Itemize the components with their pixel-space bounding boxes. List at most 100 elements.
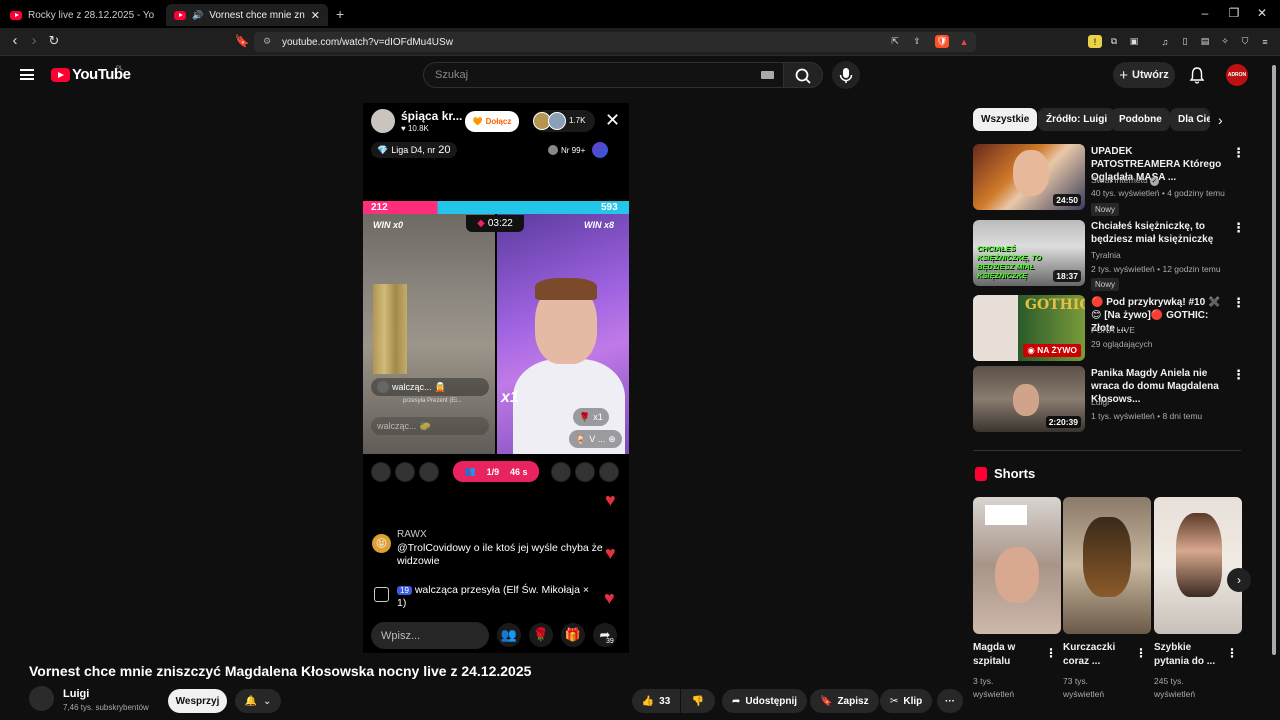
video-thumbnail[interactable]: CHCIAŁEŚ KSIĘŻNICZKĘ, TO BĘDZIESZ MIAŁ K… [973, 220, 1085, 286]
channel-name[interactable]: Tyralnia [1091, 250, 1121, 261]
more-vert-icon[interactable]: ⋮ [1226, 646, 1238, 660]
channel-name[interactable]: Świat Internetu ✓ [1091, 175, 1160, 186]
tab-icon[interactable]: ▣ [1127, 35, 1141, 48]
more-vert-icon[interactable]: ⋮ [1045, 646, 1057, 660]
short-title[interactable]: Szybkie pytania do ... [1154, 641, 1220, 669]
search-button[interactable] [783, 62, 823, 88]
share-button[interactable]: ➦ Udostępnij [722, 689, 808, 713]
close-tab-icon[interactable]: ✕ [311, 9, 320, 22]
rank-avatar-icon [548, 145, 558, 155]
voice-search-button[interactable] [832, 61, 860, 89]
account-avatar[interactable]: ADRON [1226, 64, 1248, 86]
browser-tab-active[interactable]: 🔊 Vornest chce mnie zniszczyć M ✕ [166, 4, 328, 26]
reload-icon[interactable]: ↻ [46, 33, 62, 49]
bookmark-icon[interactable]: 🔖 [234, 33, 250, 49]
leo-icon[interactable]: ✧ [1218, 35, 1232, 48]
more-vert-icon[interactable]: ⋮ [1232, 221, 1245, 234]
subscription-bell-button[interactable]: 🔔 ⌄ [235, 689, 281, 713]
more-vert-icon[interactable]: ⋮ [1232, 146, 1245, 159]
channel-name[interactable]: Luigi [63, 688, 89, 700]
clip-button[interactable]: ✂ Klip [880, 689, 933, 713]
rank-badge[interactable]: Nr 99+ [548, 142, 609, 158]
site-settings-icon[interactable]: ⚙ [263, 36, 271, 47]
close-window-icon[interactable]: ✕ [1252, 6, 1272, 20]
channel-name[interactable]: Luigi [1091, 397, 1109, 408]
more-vert-icon[interactable]: ⋮ [1232, 368, 1245, 381]
channel-name[interactable]: PUNA LIVE [1091, 325, 1135, 336]
search-icon [795, 68, 811, 84]
extension-icon[interactable]: ! [1088, 35, 1102, 48]
create-button[interactable]: + Utwórz [1113, 62, 1175, 88]
back-icon[interactable]: ‹ [7, 33, 23, 49]
short-title[interactable]: Kurczaczki coraz ... [1063, 641, 1129, 669]
wallet-icon[interactable]: ▤ [1198, 35, 1212, 48]
menu-icon[interactable]: ≡ [1258, 35, 1272, 48]
maximize-icon[interactable]: ❐ [1224, 6, 1244, 20]
participant-avatar[interactable] [371, 462, 391, 482]
floating-heart-icon: ♥ [605, 490, 616, 510]
streamer-name[interactable]: śpiąca kr... [401, 109, 462, 123]
share-page-icon[interactable]: ⇪ [910, 35, 924, 48]
brave-rewards-icon[interactable]: ▲ [957, 35, 971, 48]
participant-avatar[interactable] [419, 462, 439, 482]
open-external-icon[interactable]: ⇱ [888, 35, 902, 48]
keyboard-icon[interactable] [761, 71, 774, 79]
guests-icon[interactable]: 👥 [497, 623, 521, 647]
participant-avatar[interactable] [551, 462, 571, 482]
gift-icon[interactable]: 🎁 [561, 623, 585, 647]
new-tab-button[interactable]: + [336, 6, 344, 22]
chip-source[interactable]: Źródło: Luigi [1038, 108, 1116, 131]
commenter-avatar: 😝 [372, 534, 391, 553]
video-meta: 40 tys. wyświetleń • 4 godziny temu [1091, 188, 1225, 198]
video-thumbnail[interactable]: 2:20:39 [973, 366, 1085, 432]
more-vert-icon[interactable]: ⋮ [1232, 296, 1245, 309]
like-button[interactable]: 👍 33 [632, 689, 680, 713]
short-thumbnail[interactable] [1063, 497, 1151, 634]
video-thumbnail[interactable]: GOTHIC ◉ NA ŻYWO [973, 295, 1085, 361]
short-thumbnail[interactable] [973, 497, 1061, 634]
chip-for-you[interactable]: Dla Ciebie [1170, 108, 1210, 131]
rose-gift-icon[interactable]: 🌹 [529, 623, 553, 647]
forward-icon[interactable]: › [26, 33, 42, 49]
participant-avatar[interactable] [575, 462, 595, 482]
music-icon[interactable]: ♫ [1158, 35, 1172, 48]
vpn-icon[interactable]: ⛉ [1238, 35, 1252, 48]
video-thumbnail[interactable]: 24:50 [973, 144, 1085, 210]
save-button[interactable]: 🔖 Zapisz [810, 689, 879, 713]
video-title-link[interactable]: Panika Magdy Aniela nie wraca do domu Ma… [1091, 367, 1223, 406]
shorts-next-button[interactable]: › [1227, 568, 1251, 592]
notifications-bell-icon[interactable] [1189, 66, 1205, 89]
participant-avatar[interactable] [395, 462, 415, 482]
chip-related[interactable]: Podobne [1111, 108, 1170, 131]
hamburger-menu-icon[interactable] [20, 69, 34, 80]
more-vert-icon[interactable]: ⋮ [1135, 646, 1147, 660]
search-input[interactable]: Szukaj [423, 62, 784, 88]
chips-next-icon[interactable]: › [1218, 112, 1223, 128]
minimize-icon[interactable]: – [1195, 6, 1215, 20]
close-icon[interactable]: ✕ [605, 111, 620, 129]
participant-avatar[interactable] [599, 462, 619, 482]
join-button[interactable]: 🧡 Dołącz [465, 111, 519, 132]
round-info-pill[interactable]: 👥 1/9 46 s [453, 461, 539, 482]
url-bar[interactable]: ⚙ youtube.com/watch?v=dIOFdMu4USw [254, 32, 976, 52]
browser-tab[interactable]: Rocky live z 28.12.2025 - YouTube [2, 4, 162, 26]
youtube-logo-icon[interactable] [51, 68, 70, 82]
short-title[interactable]: Magda w szpitalu [973, 641, 1039, 669]
brave-shield-icon[interactable]: 🛡 [935, 35, 949, 48]
chip-all[interactable]: Wszystkie [973, 108, 1038, 131]
streamer-avatar[interactable] [371, 109, 395, 133]
sidebar-icon[interactable]: ▯ [1178, 35, 1192, 48]
puzzle-icon[interactable]: ⧉ [1107, 35, 1121, 48]
dislike-button[interactable]: 👎 [681, 689, 715, 713]
plus-icon: + [1119, 66, 1129, 84]
league-badge[interactable]: 💎 Liga D4, nr 20 [371, 142, 457, 158]
channel-avatar[interactable] [29, 686, 54, 711]
more-actions-button[interactable]: ··· [937, 689, 963, 713]
video-player[interactable]: śpiąca kr... ♥ 10.8K 🧡 Dołącz 1.7K ✕ 💎 Lig… [363, 103, 629, 653]
chat-input[interactable]: Wpisz... [371, 622, 489, 649]
add-icon[interactable]: ⊕ [608, 434, 616, 445]
video-title-link[interactable]: Chciałeś księżniczkę, to będziesz miał k… [1091, 220, 1223, 246]
support-button[interactable]: Wesprzyj [168, 689, 227, 713]
page-scrollbar[interactable] [1270, 60, 1278, 710]
short-thumbnail[interactable] [1154, 497, 1242, 634]
